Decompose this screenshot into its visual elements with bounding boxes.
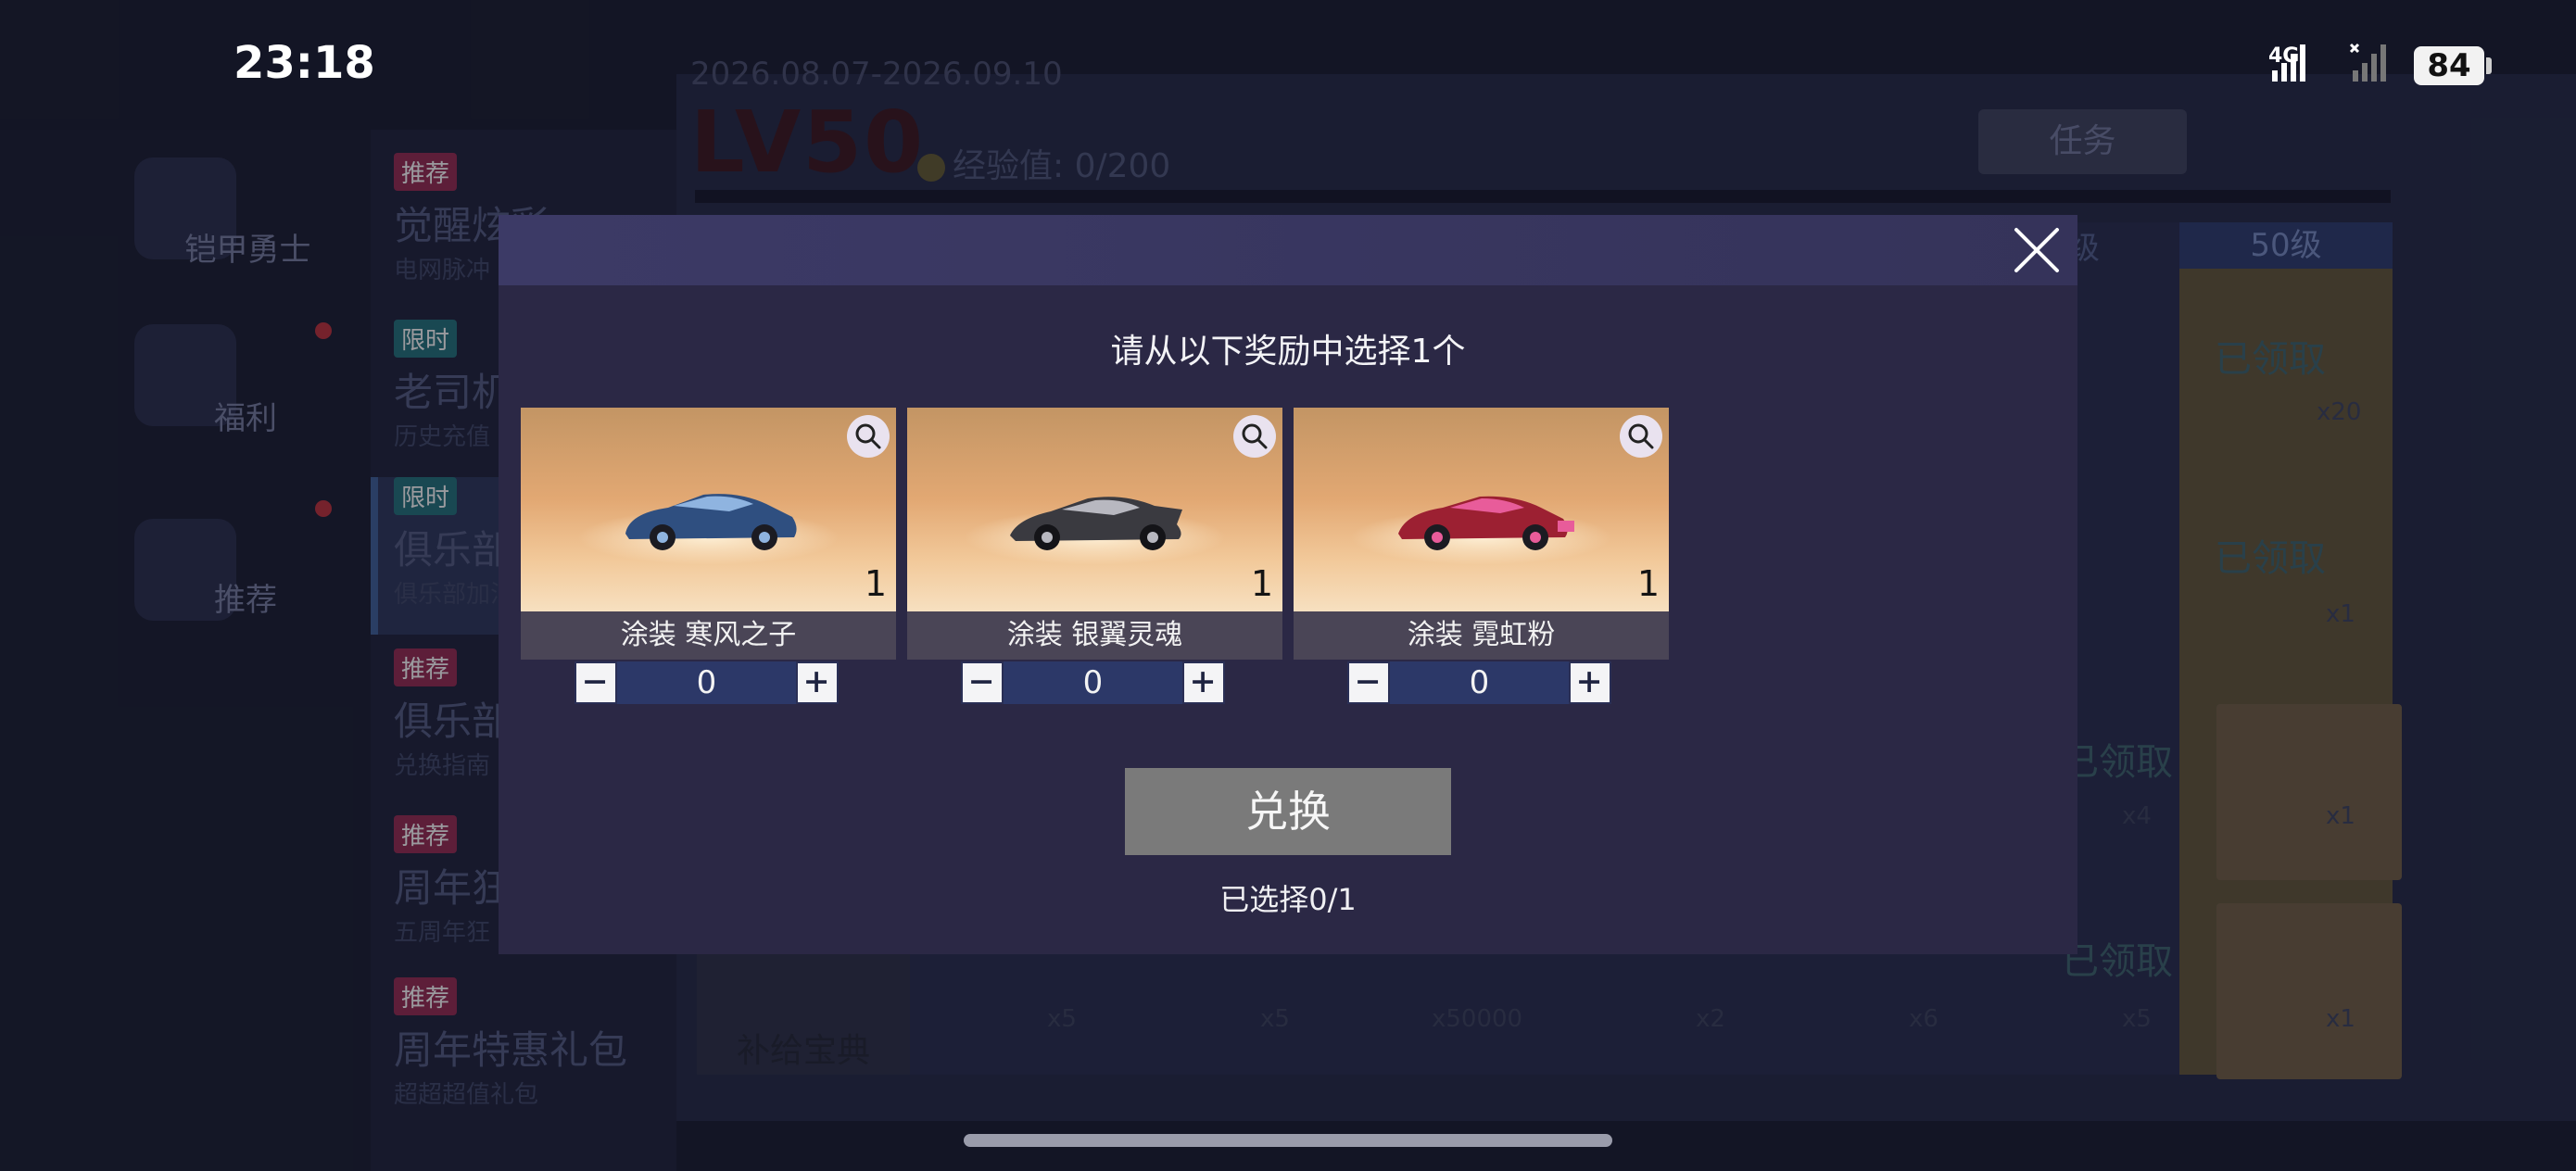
car-image: [1010, 497, 1182, 550]
minus-icon[interactable]: [1347, 661, 1390, 704]
reward-image: 1: [1294, 408, 1669, 611]
quantity-stepper: 0: [575, 660, 839, 708]
reward-card[interactable]: 1 涂装 寒风之子: [521, 408, 896, 660]
reward-quantity: 1: [1636, 563, 1660, 604]
plus-icon[interactable]: [796, 661, 839, 704]
reward-card[interactable]: 1 涂装 银翼灵魂: [907, 408, 1282, 660]
reward-select-dialog: 请从以下奖励中选择1个 1 涂装 寒风之子 0 1 涂装 银翼灵魂 0 1 涂装…: [499, 215, 2077, 954]
minus-icon[interactable]: [961, 661, 1004, 704]
selection-status: 已选择0/1: [1219, 882, 1357, 917]
plus-icon[interactable]: [1182, 661, 1225, 704]
battery-tip: [2486, 57, 2492, 74]
search-icon[interactable]: [1233, 415, 1276, 458]
minus-icon[interactable]: [575, 661, 617, 704]
reward-quantity: 1: [1250, 563, 1273, 604]
car-image: [625, 494, 797, 550]
reward-quantity: 1: [864, 563, 887, 604]
reward-image: 1: [521, 408, 896, 611]
reward-image: 1: [907, 408, 1282, 611]
search-icon[interactable]: [847, 415, 890, 458]
search-icon[interactable]: [1620, 415, 1662, 458]
car-image: [1398, 496, 1574, 550]
quantity-value: 0: [1390, 661, 1569, 704]
quantity-stepper: 0: [1347, 660, 1611, 708]
exchange-button[interactable]: 兑换: [1125, 768, 1451, 855]
quantity-value: 0: [1004, 661, 1182, 704]
dialog-header: [499, 215, 2077, 285]
reward-name: 涂装 寒风之子: [521, 611, 896, 660]
close-icon[interactable]: [2011, 224, 2063, 276]
signal-icon: [2272, 44, 2305, 82]
home-indicator[interactable]: [964, 1134, 1612, 1147]
dialog-title: 请从以下奖励中选择1个: [1110, 333, 1466, 371]
plus-icon[interactable]: [1569, 661, 1611, 704]
battery-level: 84: [2414, 46, 2484, 85]
reward-name: 涂装 霓虹粉: [1294, 611, 1669, 660]
reward-name: 涂装 银翼灵魂: [907, 611, 1282, 660]
status-time: 23:18: [234, 37, 375, 89]
quantity-stepper: 0: [961, 660, 1225, 708]
quantity-value: 0: [617, 661, 796, 704]
reward-card[interactable]: 1 涂装 霓虹粉: [1294, 408, 1669, 660]
signal-no-service-icon: [2349, 43, 2386, 82]
